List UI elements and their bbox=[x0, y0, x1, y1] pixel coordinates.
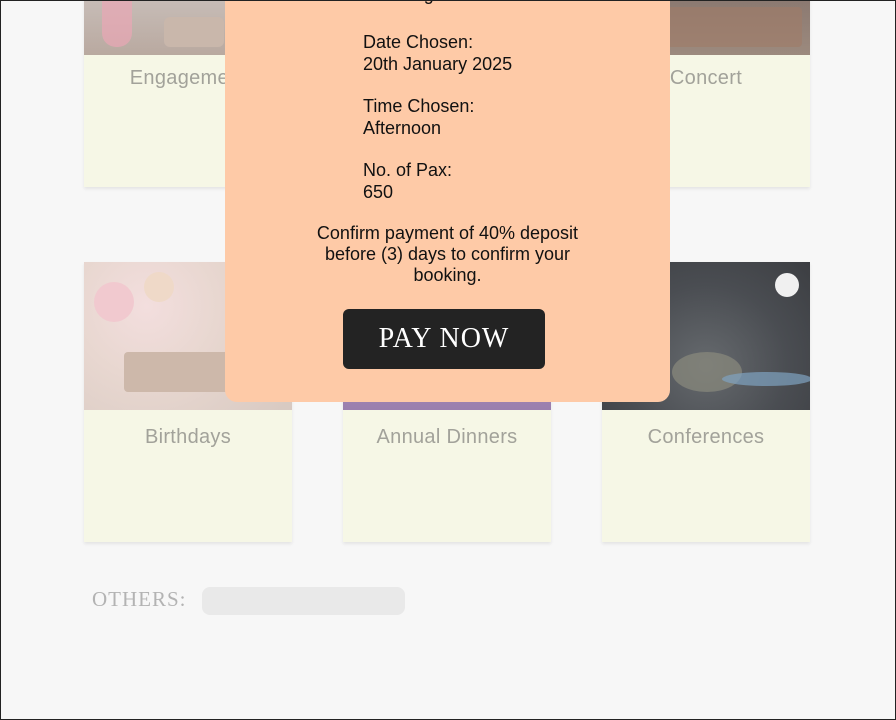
card-label-annual-dinners: Annual Dinners bbox=[376, 426, 518, 448]
date-value: 20th January 2025 bbox=[363, 54, 513, 74]
event-type-value: Wedding bbox=[363, 1, 434, 5]
date-label: Date Chosen: bbox=[363, 32, 474, 52]
others-input[interactable] bbox=[202, 587, 405, 615]
pax-value: 650 bbox=[363, 182, 394, 202]
confirm-payment-text: Confirm payment of 40% deposit before (3… bbox=[316, 223, 579, 285]
card-label-birthdays: Birthdays bbox=[144, 426, 232, 448]
pax-label: No. of Pax: bbox=[363, 160, 453, 180]
others-label: OTHERS: bbox=[92, 587, 187, 611]
time-value: Afternoon bbox=[363, 118, 442, 138]
card-select-radio[interactable] bbox=[775, 273, 799, 297]
booking-confirmation-modal: Wedding Date Chosen: 20th January 2025 T… bbox=[225, 1, 670, 402]
time-label: Time Chosen: bbox=[363, 96, 475, 116]
pay-now-button[interactable]: PAY NOW bbox=[343, 309, 545, 369]
page-frame: Engagement Concert Birthdays Annual Dinn… bbox=[0, 0, 896, 720]
card-label-conferences: Conferences bbox=[647, 426, 765, 448]
